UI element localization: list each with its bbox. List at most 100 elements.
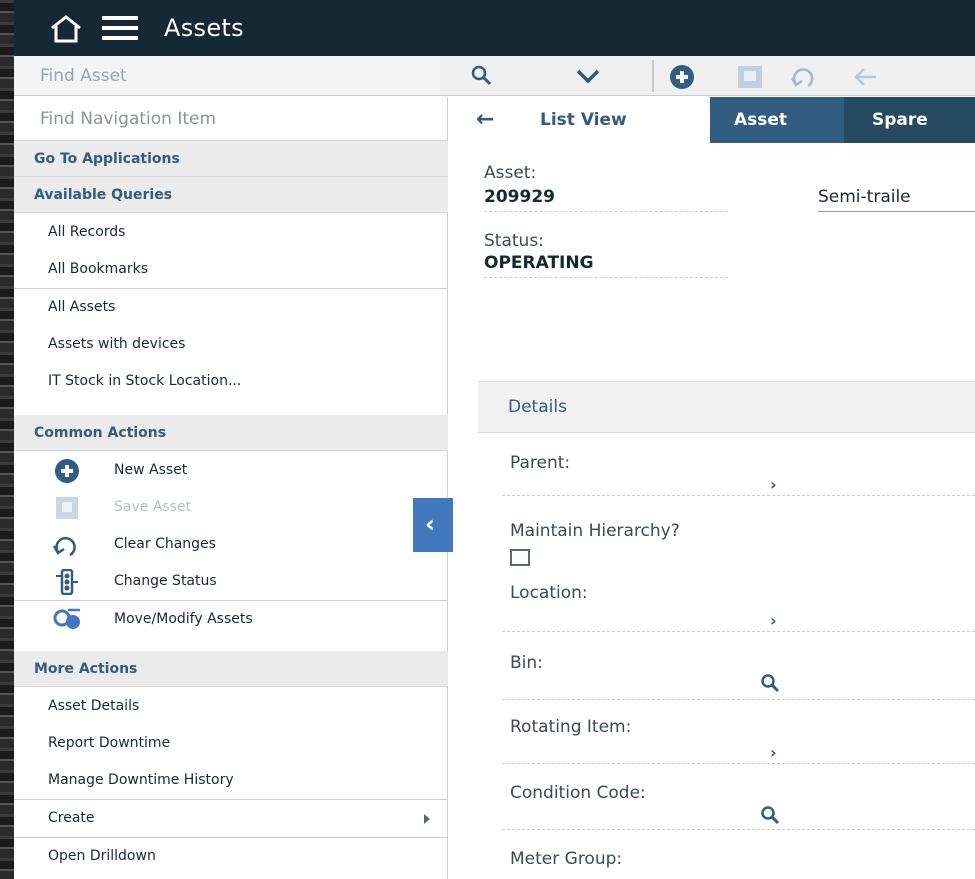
more-label: Open Drilldown (48, 848, 156, 864)
window-edge (0, 0, 14, 879)
chevron-right-icon[interactable]: › (770, 743, 777, 762)
status-icon (56, 569, 78, 595)
asset-number-field[interactable]: 209929 (484, 187, 555, 207)
action-label: Save Asset (114, 499, 192, 515)
chevron-left-icon: ‹ (425, 510, 435, 538)
parent-field[interactable] (502, 495, 975, 496)
chevron-down-icon[interactable] (574, 64, 602, 88)
hamburger-menu-icon[interactable] (102, 14, 138, 42)
section-label: More Actions (34, 661, 138, 677)
maintain-hierarchy-label: Maintain Hierarchy? (510, 521, 680, 541)
field-underline (484, 211, 728, 212)
more-create[interactable]: Create (14, 800, 448, 837)
go-to-applications-header[interactable]: Go To Applications (14, 141, 448, 177)
find-navigation-placeholder: Find Navigation Item (40, 109, 217, 129)
more-label: Manage Downtime History (48, 772, 234, 788)
tab-label: Asset (734, 110, 788, 130)
query-it-stock[interactable]: IT Stock in Stock Location... (14, 363, 448, 400)
action-move-modify-assets[interactable]: Move/Modify Assets (14, 601, 448, 638)
new-record-icon[interactable] (668, 64, 696, 90)
action-new-asset[interactable]: New Asset (14, 452, 448, 489)
back-arrow-icon (854, 68, 876, 86)
query-all-records[interactable]: All Records (14, 214, 448, 251)
bin-label: Bin: (510, 653, 543, 673)
submenu-arrow-icon (424, 814, 430, 824)
undo-icon[interactable] (790, 64, 818, 90)
status-value: OPERATING (484, 253, 594, 273)
section-label: Go To Applications (34, 151, 180, 167)
chevron-right-icon[interactable]: › (770, 475, 777, 494)
app-header: Assets (14, 0, 975, 56)
toolbar (440, 56, 975, 96)
asset-label: Asset: (484, 163, 537, 183)
meter-group-label: Meter Group: (510, 849, 623, 869)
search-icon[interactable] (760, 673, 782, 695)
find-navigation-input[interactable]: Find Navigation Item (14, 97, 448, 141)
query-assets-with-devices[interactable]: Assets with devices (14, 326, 448, 363)
tab-label: Spare (872, 110, 928, 130)
condition-code-label: Condition Code: (510, 783, 646, 803)
find-asset-input[interactable]: Find Asset (14, 56, 440, 96)
app-title: Assets (164, 14, 244, 42)
query-label: IT Stock in Stock Location... (48, 373, 242, 389)
more-asset-details[interactable]: Asset Details (14, 688, 448, 725)
more-actions-header[interactable]: More Actions (14, 651, 448, 687)
undo-icon (52, 536, 76, 557)
action-label: Change Status (114, 573, 217, 589)
rotating-item-label: Rotating Item: (510, 717, 632, 737)
location-field[interactable] (502, 631, 975, 632)
field-underline (484, 277, 728, 278)
find-asset-placeholder: Find Asset (40, 66, 127, 86)
back-arrow-icon: ← (476, 107, 495, 132)
chevron-right-icon[interactable]: › (770, 611, 777, 630)
details-section-header[interactable]: Details (478, 381, 975, 433)
action-save-asset: Save Asset (14, 489, 448, 526)
action-label: New Asset (114, 462, 188, 478)
collapse-nav-button[interactable]: ‹ (413, 498, 453, 552)
query-all-assets[interactable]: All Assets (14, 289, 448, 326)
action-change-status[interactable]: Change Status (14, 563, 448, 600)
field-underline (818, 211, 975, 212)
more-label: Create (48, 810, 95, 826)
asset-form: Asset: 209929 Semi-traile Status: OPERAT… (456, 143, 975, 879)
search-icon[interactable] (760, 805, 782, 827)
more-manage-downtime-history[interactable]: Manage Downtime History (14, 762, 448, 799)
condition-code-field[interactable] (502, 829, 975, 830)
action-label: Clear Changes (114, 536, 216, 552)
query-label: All Records (48, 224, 126, 240)
more-open-drilldown[interactable]: Open Drilldown (14, 838, 448, 875)
tab-label: List View (540, 110, 627, 130)
save-icon (56, 497, 78, 519)
query-label: All Assets (48, 299, 116, 315)
home-icon[interactable] (48, 14, 84, 44)
action-label: Move/Modify Assets (114, 611, 253, 627)
section-label: Available Queries (34, 187, 173, 203)
query-label: All Bookmarks (48, 261, 149, 277)
more-label: Asset Details (48, 698, 140, 714)
bin-field[interactable] (502, 699, 975, 700)
section-label: Common Actions (34, 425, 167, 441)
tab-asset[interactable]: Asset (710, 97, 844, 143)
action-clear-changes[interactable]: Clear Changes (14, 526, 448, 563)
location-label: Location: (510, 583, 588, 603)
asset-description-field[interactable]: Semi-traile (818, 187, 911, 207)
common-actions-header[interactable]: Common Actions (14, 415, 448, 451)
save-icon (738, 66, 762, 88)
status-label: Status: (484, 231, 544, 251)
more-label: Report Downtime (48, 735, 171, 751)
parent-label: Parent: (510, 453, 571, 473)
rotating-item-field[interactable] (502, 763, 975, 764)
query-all-bookmarks[interactable]: All Bookmarks (14, 251, 448, 288)
toolbar-separator (652, 60, 654, 92)
more-report-downtime[interactable]: Report Downtime (14, 725, 448, 762)
plus-circle-icon (55, 459, 79, 483)
tab-spare[interactable]: Spare (844, 97, 975, 143)
maintain-hierarchy-checkbox[interactable] (510, 549, 530, 566)
query-label: Assets with devices (48, 336, 186, 352)
tab-list-view[interactable]: ← List View (456, 97, 710, 143)
record-tabs: ← List View Asset Spare (456, 97, 975, 143)
available-queries-header[interactable]: Available Queries (14, 177, 448, 213)
move-modify-icon (53, 608, 80, 629)
details-title: Details (508, 397, 567, 417)
search-icon[interactable] (470, 64, 494, 88)
